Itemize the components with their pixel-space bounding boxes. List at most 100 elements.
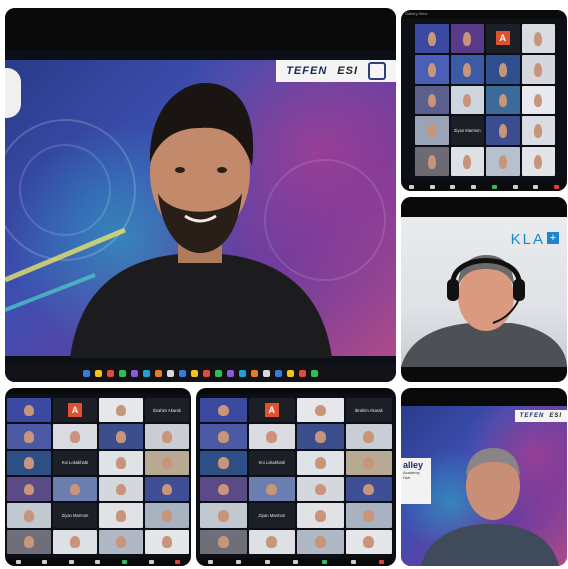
participant-video-tile bbox=[297, 503, 344, 528]
participants-icon[interactable] bbox=[68, 560, 74, 564]
zoom-control-bar-bl bbox=[5, 558, 191, 566]
participant-video-tile bbox=[53, 477, 97, 502]
word-icon[interactable] bbox=[215, 369, 222, 377]
participant-name: Koi Lokakhatti bbox=[258, 460, 285, 466]
video-icon[interactable] bbox=[42, 560, 48, 564]
participant-name: Ibrahim Akarak bbox=[354, 407, 383, 413]
settings-icon[interactable] bbox=[239, 369, 246, 377]
participant-avatar-tile: A bbox=[53, 398, 97, 423]
participant-video-tile bbox=[450, 54, 484, 84]
participant-face bbox=[115, 431, 127, 443]
participant-name-tile: Ibrahim Akarak bbox=[145, 398, 189, 423]
record-icon[interactable] bbox=[512, 185, 518, 189]
participant-video-tile bbox=[415, 116, 449, 146]
taskview-icon[interactable] bbox=[107, 369, 114, 377]
participants-icon[interactable] bbox=[264, 560, 270, 564]
mute-icon[interactable] bbox=[15, 560, 21, 564]
participant-video-tile bbox=[415, 24, 449, 53]
participant-video-tile bbox=[99, 424, 143, 449]
participant-name-tile: Koi Lokakhatti bbox=[248, 450, 295, 475]
mute-icon[interactable] bbox=[408, 185, 414, 189]
start-icon[interactable] bbox=[83, 369, 90, 377]
chrome-icon[interactable] bbox=[119, 369, 126, 377]
participant-video-tile bbox=[521, 24, 555, 53]
participant-face bbox=[23, 404, 35, 417]
search-icon[interactable] bbox=[95, 369, 102, 377]
participant-face bbox=[266, 483, 278, 496]
reactions-icon[interactable] bbox=[533, 185, 539, 189]
participant-face bbox=[217, 483, 229, 496]
zoom-icon[interactable] bbox=[227, 369, 234, 377]
participant-name: Ziyan Marmon bbox=[258, 512, 286, 518]
teams-icon[interactable] bbox=[167, 369, 174, 377]
zoom-title-bar-bl bbox=[5, 388, 191, 394]
chat-icon[interactable] bbox=[471, 185, 477, 189]
participant-face bbox=[363, 431, 375, 443]
participant-face bbox=[427, 32, 436, 46]
powerpoint-icon[interactable] bbox=[191, 369, 198, 377]
edge-icon[interactable] bbox=[131, 369, 138, 377]
outlook-icon[interactable] bbox=[311, 369, 318, 377]
explorer-icon[interactable] bbox=[143, 369, 150, 377]
participants-icon[interactable] bbox=[450, 185, 456, 189]
participant-face bbox=[363, 457, 375, 470]
participant-face bbox=[23, 536, 35, 549]
participant-name-tile: Ibrahim Akarak bbox=[345, 398, 392, 423]
leave-button[interactable] bbox=[175, 560, 181, 564]
participant-face bbox=[217, 510, 229, 522]
store-icon[interactable] bbox=[263, 369, 270, 377]
video-icon[interactable] bbox=[429, 185, 435, 189]
participant-video-tile bbox=[145, 503, 189, 528]
participant-video-tile bbox=[297, 477, 344, 502]
participant-video-tile bbox=[99, 503, 143, 528]
participant-video-tile bbox=[345, 450, 392, 475]
chat-icon[interactable] bbox=[95, 560, 101, 564]
leave-button[interactable] bbox=[554, 185, 560, 189]
mail-icon[interactable] bbox=[155, 369, 162, 377]
onenote-icon[interactable] bbox=[299, 369, 306, 377]
participant-grid-bl: A Ibrahim Akarak Koi Lokakhatti Ziyan Marmo… bbox=[7, 398, 189, 554]
excel-icon[interactable] bbox=[203, 369, 210, 377]
participant-face bbox=[161, 431, 173, 443]
participant-video-tile bbox=[7, 503, 51, 528]
video-icon[interactable] bbox=[236, 560, 242, 564]
record-icon[interactable] bbox=[350, 560, 356, 564]
participant-face bbox=[363, 483, 375, 496]
chat-icon[interactable] bbox=[293, 560, 299, 564]
participant-video-tile bbox=[248, 424, 295, 449]
participant-video-tile bbox=[450, 85, 484, 115]
leave-button[interactable] bbox=[379, 560, 385, 564]
calendar-icon[interactable] bbox=[275, 369, 282, 377]
participant-face bbox=[498, 155, 507, 170]
participant-video-tile bbox=[345, 503, 392, 528]
avatar-initial: A bbox=[68, 403, 82, 418]
participant-video-tile bbox=[200, 398, 247, 423]
share-screen-icon[interactable] bbox=[122, 560, 128, 564]
participant-video-tile bbox=[145, 450, 189, 475]
participant-face bbox=[498, 124, 507, 139]
participant-face bbox=[314, 510, 326, 522]
share-screen-icon[interactable] bbox=[491, 185, 497, 189]
participant-face bbox=[23, 483, 35, 496]
mute-icon[interactable] bbox=[207, 560, 213, 564]
record-icon[interactable] bbox=[148, 560, 154, 564]
share-screen-icon[interactable] bbox=[322, 560, 328, 564]
participant-video-tile bbox=[486, 147, 520, 176]
participant-video-tile bbox=[145, 529, 189, 554]
participant-name-tile: Ziyan Marmon bbox=[248, 503, 295, 528]
presenter-video bbox=[70, 83, 332, 358]
participant-face bbox=[115, 483, 127, 496]
camera-icon[interactable] bbox=[287, 369, 294, 377]
br-slide-background: TEFEN ESI alley Academy Hub bbox=[401, 406, 567, 566]
photos-icon[interactable] bbox=[251, 369, 258, 377]
participant-video-tile bbox=[200, 529, 247, 554]
participant-face bbox=[161, 510, 173, 522]
participant-video-tile bbox=[345, 477, 392, 502]
participant-name: Ziyan Marmon bbox=[453, 128, 481, 134]
participant-face bbox=[463, 93, 472, 108]
acrobat-icon[interactable] bbox=[179, 369, 186, 377]
avatar-initial: A bbox=[495, 31, 510, 46]
participant-name: Ibrahim Akarak bbox=[153, 407, 181, 413]
participant-avatar-tile: A bbox=[248, 398, 295, 423]
side-emblem bbox=[5, 68, 21, 118]
